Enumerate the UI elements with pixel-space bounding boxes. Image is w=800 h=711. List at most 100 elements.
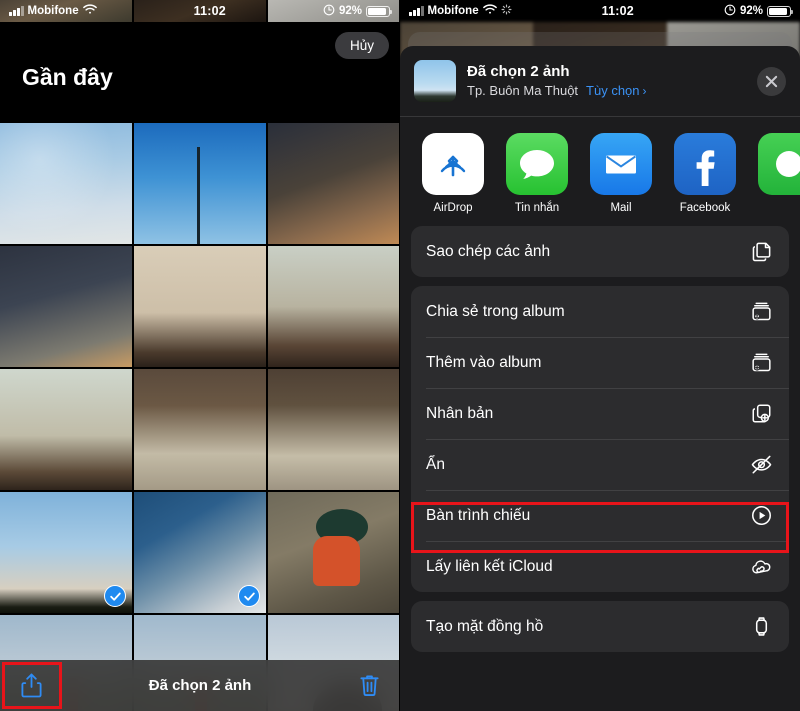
share-target-whatsapp[interactable]: [758, 133, 800, 214]
action-label: Nhân bản: [426, 404, 494, 422]
selection-count-label: Đã chọn 2 ảnh: [148, 677, 252, 694]
airdrop-icon: [422, 133, 484, 195]
close-button[interactable]: [757, 66, 786, 96]
carrier-label: Mobifone: [27, 5, 79, 17]
share-target-label: Mail: [610, 202, 632, 214]
action-label: Chia sẻ trong album: [426, 302, 565, 320]
copy-photos-icon: [748, 239, 774, 265]
status-right-group: 92%: [724, 4, 793, 19]
share-sheet-header-text: Đã chọn 2 ảnh Tp. Buôn Ma Thuột Tùy chọn…: [467, 62, 746, 100]
add-to-album-icon: [748, 350, 774, 376]
action-label: Sao chép các ảnh: [426, 242, 551, 260]
action-label: Thêm vào album: [426, 353, 542, 371]
selection-toolbar: Đã chọn 2 ảnh: [0, 660, 399, 711]
action-row-watch-face[interactable]: Tạo mặt đồng hồ: [411, 601, 789, 652]
photo-thumbnail[interactable]: [268, 123, 399, 244]
photo-detail: [312, 535, 361, 587]
action-row-hide[interactable]: Ẩn: [411, 439, 789, 490]
photo-thumbnail[interactable]: [134, 246, 266, 367]
photo-image: [134, 246, 266, 367]
delete-button[interactable]: [352, 669, 386, 703]
location-label: Tp. Buôn Ma Thuột: [467, 83, 579, 99]
trash-icon: [359, 675, 379, 696]
photo-thumbnail[interactable]: [268, 369, 399, 490]
action-row-icloud-link[interactable]: Lấy liên kết iCloud: [411, 541, 789, 592]
carrier-label: Mobifone: [427, 5, 479, 17]
photo-selected-check[interactable]: [104, 585, 126, 607]
share-target-label: Facebook: [679, 202, 731, 214]
options-button[interactable]: Tùy chọn ›: [586, 82, 646, 100]
photo-grid[interactable]: [0, 0, 399, 711]
share-sheet-subtitle-row: Tp. Buôn Ma Thuột Tùy chọn ›: [467, 82, 746, 100]
photo-thumbnail[interactable]: [0, 246, 132, 367]
mail-icon: [590, 133, 652, 195]
photo-thumbnail[interactable]: [268, 246, 399, 367]
photo-image: [0, 246, 132, 367]
share-sheet-title: Đã chọn 2 ảnh: [467, 63, 570, 81]
rotation-lock-icon: [724, 4, 736, 19]
share-targets-row[interactable]: AirDrop Tin nhắn Mail Facebook: [400, 117, 800, 226]
cancel-button[interactable]: Hủy: [334, 32, 389, 59]
action-row-add-to-album[interactable]: Thêm vào album: [411, 337, 789, 388]
action-row-copy-photos[interactable]: Sao chép các ảnh: [411, 226, 789, 277]
share-target-airdrop[interactable]: AirDrop: [422, 133, 484, 214]
right-panel-share-sheet: Đã chọn 2 ảnh Tp. Buôn Ma Thuột Tùy chọn…: [400, 0, 800, 711]
battery-percent-label: 92%: [739, 5, 763, 17]
slideshow-play-icon: [748, 503, 774, 529]
share-actions-list: Sao chép các ảnh Chia sẻ trong album Thê…: [400, 226, 800, 652]
share-target-label: AirDrop: [433, 202, 473, 214]
photo-thumbnail[interactable]: [134, 123, 266, 244]
wifi-icon: [82, 4, 97, 18]
action-row-slideshow[interactable]: Bàn trình chiếu: [411, 490, 789, 541]
chevron-right-icon: ›: [642, 84, 647, 99]
status-left-group: Mobifone: [409, 4, 512, 18]
action-group: Chia sẻ trong album Thêm vào album Nhân …: [411, 286, 789, 592]
action-row-shared-album[interactable]: Chia sẻ trong album: [411, 286, 789, 337]
share-button[interactable]: [14, 669, 48, 703]
page-title: Gần đây: [22, 64, 113, 90]
share-sheet-header: Đã chọn 2 ảnh Tp. Buôn Ma Thuột Tùy chọn…: [400, 46, 800, 117]
action-row-duplicate[interactable]: Nhân bản: [411, 388, 789, 439]
icloud-link-icon: [748, 554, 774, 580]
share-target-label: Tin nhắn: [514, 202, 560, 214]
status-bar-right: Mobifone 11:02 92%: [400, 0, 800, 22]
photo-detail: [197, 147, 201, 244]
left-panel-photos-app: Gần đây Hủy Mobifone 11:02 92% Đã chọn 2…: [0, 0, 400, 711]
photo-thumbnail[interactable]: [0, 492, 132, 613]
share-target-facebook[interactable]: Facebook: [674, 133, 736, 214]
photo-thumbnail[interactable]: [134, 369, 266, 490]
battery-icon: [366, 5, 392, 17]
photo-thumbnail[interactable]: [0, 123, 132, 244]
share-target-mail[interactable]: Mail: [590, 133, 652, 214]
clock-label: 11:02: [601, 4, 634, 18]
photo-image: [0, 369, 132, 490]
photo-thumbnail[interactable]: [134, 492, 266, 613]
hide-eye-slash-icon: [748, 452, 774, 478]
wifi-icon: [482, 4, 497, 18]
status-right-group: 92%: [323, 4, 392, 19]
share-target-messages[interactable]: Tin nhắn: [506, 133, 568, 214]
duplicate-icon: [748, 401, 774, 427]
action-group: Tạo mặt đồng hồ: [411, 601, 789, 652]
cellular-bars-icon: [409, 6, 424, 16]
battery-percent-label: 92%: [338, 5, 362, 17]
photo-selected-check[interactable]: [238, 585, 260, 607]
screenshot-root: Gần đây Hủy Mobifone 11:02 92% Đã chọn 2…: [0, 0, 800, 711]
action-label: Lấy liên kết iCloud: [426, 557, 553, 575]
photo-thumbnail: [414, 60, 456, 102]
options-label: Tùy chọn: [586, 83, 640, 99]
share-icon: [20, 673, 42, 698]
rotation-lock-icon: [323, 4, 335, 19]
photo-image: [268, 246, 399, 367]
photo-overlay: [0, 123, 132, 244]
photo-image: [134, 369, 266, 490]
clock-label: 11:02: [193, 4, 226, 18]
close-icon: [765, 75, 778, 87]
photo-thumbnail[interactable]: [268, 492, 399, 613]
status-bar-left: Mobifone 11:02 92%: [0, 0, 399, 22]
activity-spinner-icon: [501, 4, 512, 18]
photo-thumbnail[interactable]: [0, 369, 132, 490]
action-label: Ẩn: [426, 455, 445, 473]
messages-icon: [506, 133, 568, 195]
watch-face-icon: [748, 614, 774, 640]
